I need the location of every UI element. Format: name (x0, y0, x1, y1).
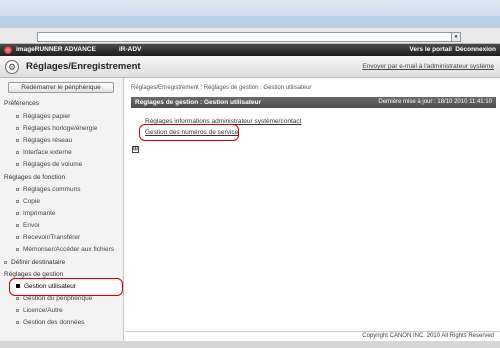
bullet-square-icon (16, 247, 19, 251)
sidebar-item[interactable]: Envoi (16, 222, 39, 229)
logout-link[interactable]: Déconnexion (455, 44, 496, 56)
bullet-square-icon (16, 235, 19, 239)
restart-device-button[interactable]: Redémarrer le périphérique (8, 82, 114, 93)
bullet-square-icon (16, 223, 19, 227)
bullet-square-icon (16, 187, 19, 191)
sidebar-category[interactable]: Réglages de gestion (4, 271, 63, 278)
highlight-ring-main (139, 124, 239, 141)
bullet-square-icon (16, 211, 19, 215)
sidebar-item[interactable]: Recevoir/Transférer (16, 234, 80, 241)
breadcrumb: Réglages/Enregistrement : Réglages de ge… (131, 85, 312, 91)
sidebar-item-label: Imprimante (23, 210, 56, 217)
highlight-ring-sidebar (9, 278, 123, 296)
panel-header: Réglages de gestion : Gestion utilisateu… (131, 97, 496, 108)
model-name: iR-ADV (119, 46, 142, 53)
sidebar-item[interactable]: Mémoriser/Accéder aux fichiers (16, 246, 114, 253)
sidebar-item[interactable]: Interface externe (16, 149, 72, 156)
sidebar-item[interactable]: Réglages communs (16, 186, 80, 193)
email-admin-link[interactable]: Envoyer par e-mail à l'administrateur sy… (362, 63, 494, 70)
sidebar-item-label: Interface externe (23, 149, 72, 156)
sidebar-bottom (0, 331, 124, 341)
sidebar-item[interactable]: Gestion du périphérique (16, 295, 92, 302)
sidebar-item-label: Définir destinataire (11, 259, 66, 266)
sidebar-item-label: Mémoriser/Accéder aux fichiers (23, 246, 115, 253)
sidebar-item-label: Réglages papier (23, 113, 71, 120)
sidebar-item-label: Gestion des données (23, 319, 85, 326)
sidebar-item-label: Réglages réseau (23, 137, 73, 144)
sidebar-item[interactable]: Gestion des données (16, 319, 84, 326)
bullet-square-icon (16, 308, 19, 312)
page-titlebar: ⚙ Réglages/Enregistrement Envoyer par e-… (0, 56, 500, 78)
bullet-square-icon (16, 199, 19, 203)
bullet-square-icon (16, 138, 19, 142)
sidebar-item-label: Réglages communs (23, 186, 81, 193)
app-header: imageRUNNER ADVANCE iR-ADV Vers le porta… (0, 44, 500, 56)
sidebar-item-label: Réglages de gestion (4, 271, 64, 278)
address-input[interactable]: ▾ (37, 32, 461, 42)
sidebar-item-label: Gestion du périphérique (23, 295, 93, 302)
sidebar-item-label: Recevoir/Transférer (23, 234, 81, 241)
canon-logo-icon (4, 46, 12, 54)
sidebar-item[interactable]: Réglages réseau (16, 137, 72, 144)
page-title: Réglages/Enregistrement (26, 61, 141, 72)
expand-icon[interactable]: ⊞ (132, 146, 139, 153)
sidebar-item[interactable]: Réglages papier (16, 113, 70, 120)
browser-toolbar-strip (0, 16, 500, 27)
panel-title: Réglages de gestion : Gestion utilisateu… (135, 99, 262, 106)
settings-gear-icon: ⚙ (5, 60, 19, 74)
sidebar-category[interactable]: Préférences (4, 100, 39, 107)
sidebar-item[interactable]: Imprimante (16, 210, 56, 217)
sidebar-item-label: Réglages de volume (23, 161, 83, 168)
status-bar (0, 341, 500, 348)
sidebar-item-label: Réglages horloge/énergie (23, 125, 98, 132)
sidebar-item-label: Envoi (23, 222, 40, 229)
address-bar: ▾ (0, 27, 500, 44)
bullet-square-icon (16, 320, 19, 324)
copyright-text: Copyright CANON INC. 2010 All Rights Res… (362, 333, 494, 339)
bullet-square-icon (4, 260, 7, 264)
footer: Copyright CANON INC. 2010 All Rights Res… (125, 331, 500, 341)
sidebar-item[interactable]: Réglages horloge/énergie (16, 125, 97, 132)
portal-link[interactable]: Vers le portail (409, 44, 452, 56)
bullet-square-icon (16, 162, 19, 166)
sidebar-item[interactable]: Licence/Autre (16, 307, 63, 314)
bullet-square-icon (16, 150, 19, 154)
sidebar-item-label: Licence/Autre (23, 307, 63, 314)
sidebar-item[interactable]: Réglages de volume (16, 161, 82, 168)
address-dropdown-button[interactable]: ▾ (451, 33, 460, 41)
sidebar-item-label: Réglages de fonction (4, 174, 66, 181)
bullet-square-icon (16, 126, 19, 130)
bullet-square-icon (16, 296, 19, 300)
sidebar-item[interactable]: Copie (16, 198, 40, 205)
bullet-square-icon (16, 114, 19, 118)
sidebar-item-label: Copie (23, 198, 40, 205)
last-update: Dernière mise à jour : 18/10 2010 11:41:… (378, 99, 492, 105)
main-content: Réglages/Enregistrement : Réglages de ge… (125, 78, 500, 331)
product-name: imageRUNNER ADVANCE (16, 46, 96, 53)
sidebar: Redémarrer le périphérique Préférences Ré… (0, 78, 124, 331)
sidebar-category[interactable]: Réglages de fonction (4, 174, 65, 181)
sidebar-category[interactable]: Définir destinataire (4, 259, 65, 266)
sidebar-item-label: Préférences (4, 100, 40, 107)
